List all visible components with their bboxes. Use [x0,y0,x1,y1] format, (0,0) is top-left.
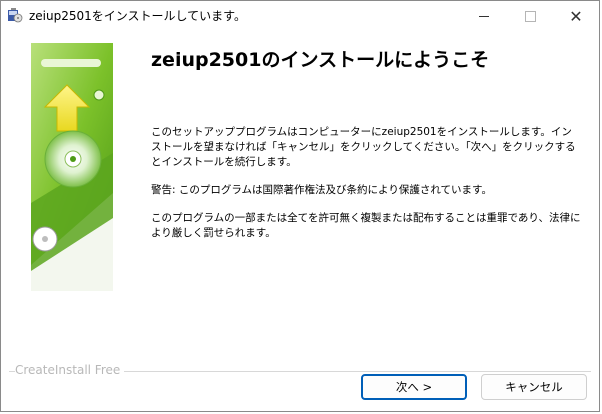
next-button[interactable]: 次へ > [361,374,467,400]
installer-window: zeiup2501をインストールしています。 ✕ zeiup2501のインストー… [0,0,600,412]
legal-notice: このプログラムの一部または全てを許可無く複製または配布することは重罪であり、法律… [151,212,581,239]
cancel-button[interactable]: キャンセル [481,374,587,400]
minimize-icon [479,15,489,17]
intro-paragraph: このセットアッププログラムはコンピューターにzeiup2501をインストールしま… [151,126,576,168]
cd-disc-icon [44,130,102,188]
title-bar[interactable]: zeiup2501をインストールしています。 ✕ [1,1,599,31]
maximize-icon [524,10,536,22]
copyright-warning: 警告: このプログラムは国際著作権法及び条約により保護されています。 [151,184,492,196]
small-cd-icon [32,226,58,252]
window-title: zeiup2501をインストールしています。 [29,9,246,23]
maximize-button[interactable] [507,1,553,31]
welcome-heading: zeiup2501のインストールにようこそ [151,49,490,71]
minimize-button[interactable] [461,1,507,31]
installer-side-graphic [31,43,113,291]
brand-label: CreateInstall Free [15,363,125,377]
close-button[interactable]: ✕ [553,1,599,31]
installer-icon [8,8,23,23]
close-icon: ✕ [569,6,583,26]
